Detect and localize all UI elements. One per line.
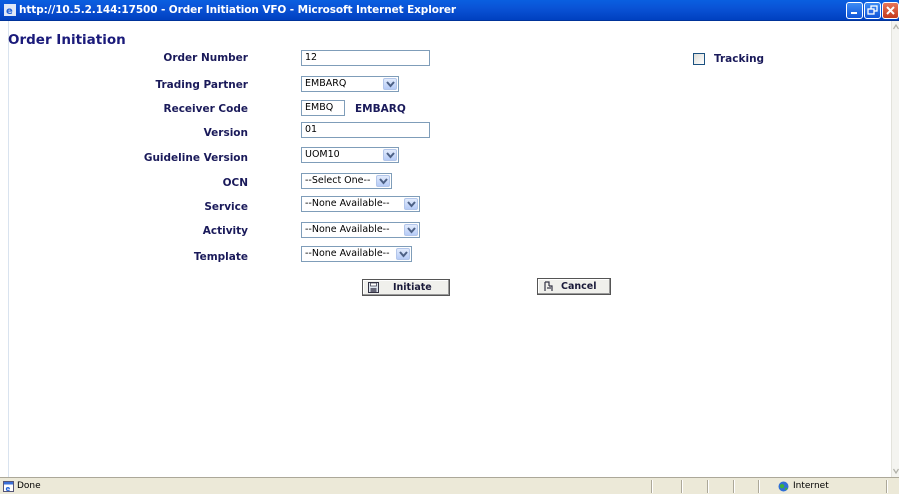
restore-icon: [867, 5, 878, 15]
template-value: --None Available--: [305, 248, 390, 259]
status-divider: [681, 480, 682, 493]
cancel-button[interactable]: Cancel: [537, 278, 611, 295]
globe-icon: [778, 481, 789, 494]
cancel-button-label: Cancel: [561, 281, 597, 292]
guideline-version-label: Guideline Version: [143, 152, 248, 164]
status-divider: [758, 480, 759, 493]
ocn-value: --Select One--: [305, 175, 371, 186]
status-text: Done: [17, 481, 41, 491]
security-zone-label: Internet: [793, 481, 829, 491]
window-left-border: [0, 21, 9, 477]
cancel-icon: [543, 281, 554, 295]
status-divider: [651, 480, 652, 493]
tracking-checkbox[interactable]: [693, 53, 705, 65]
initiate-button-label: Initiate: [393, 282, 432, 293]
trading-partner-value: EMBARQ: [305, 78, 347, 89]
disk-icon: [368, 282, 379, 296]
restore-button[interactable]: [864, 2, 881, 19]
scroll-up-icon[interactable]: [892, 21, 899, 33]
service-value: --None Available--: [305, 198, 390, 209]
svg-text:e: e: [6, 485, 11, 492]
guideline-version-select[interactable]: UOM10: [301, 147, 399, 163]
receiver-code-input[interactable]: EMBQ: [301, 100, 345, 116]
chevron-down-icon: [404, 224, 418, 236]
window-titlebar[interactable]: e http://10.5.2.144:17500 - Order Initia…: [0, 0, 899, 21]
chevron-down-icon: [383, 149, 397, 161]
page-title: Order Initiation: [8, 32, 126, 48]
svg-text:e: e: [6, 6, 13, 16]
activity-value: --None Available--: [305, 224, 390, 235]
status-divider: [707, 480, 708, 493]
chevron-down-icon: [376, 175, 390, 187]
status-divider: [733, 480, 734, 493]
chevron-down-icon: [383, 78, 397, 90]
version-label: Version: [203, 127, 248, 139]
status-bar: e Done Internet: [0, 477, 899, 494]
order-number-label: Order Number: [163, 52, 248, 64]
close-button[interactable]: [882, 2, 899, 19]
version-input[interactable]: 01: [301, 122, 430, 138]
minimize-button[interactable]: [846, 2, 863, 19]
template-label: Template: [193, 251, 248, 263]
window-title: http://10.5.2.144:17500 - Order Initiati…: [19, 4, 457, 16]
chevron-down-icon: [396, 248, 410, 260]
receiver-code-name: EMBARQ: [355, 103, 406, 115]
activity-select[interactable]: --None Available--: [301, 222, 420, 238]
chevron-down-icon: [404, 198, 418, 210]
status-divider: [886, 480, 887, 493]
initiate-button[interactable]: Initiate: [362, 279, 450, 296]
trading-partner-label: Trading Partner: [155, 79, 248, 91]
receiver-code-label: Receiver Code: [163, 103, 248, 115]
page-done-icon: e: [3, 481, 14, 494]
order-number-input[interactable]: 12: [301, 50, 430, 66]
scroll-down-icon[interactable]: [892, 465, 899, 477]
ie-icon: e: [4, 4, 16, 17]
guideline-version-value: UOM10: [305, 149, 340, 160]
ocn-label: OCN: [222, 177, 248, 189]
trading-partner-select[interactable]: EMBARQ: [301, 76, 399, 92]
activity-label: Activity: [202, 225, 248, 237]
ocn-select[interactable]: --Select One--: [301, 173, 392, 189]
template-select[interactable]: --None Available--: [301, 246, 412, 262]
service-select[interactable]: --None Available--: [301, 196, 420, 212]
vertical-scrollbar[interactable]: [891, 21, 899, 477]
minimize-icon: [851, 12, 857, 14]
service-label: Service: [204, 201, 248, 213]
close-icon: [886, 6, 895, 15]
tracking-label: Tracking: [714, 53, 765, 65]
